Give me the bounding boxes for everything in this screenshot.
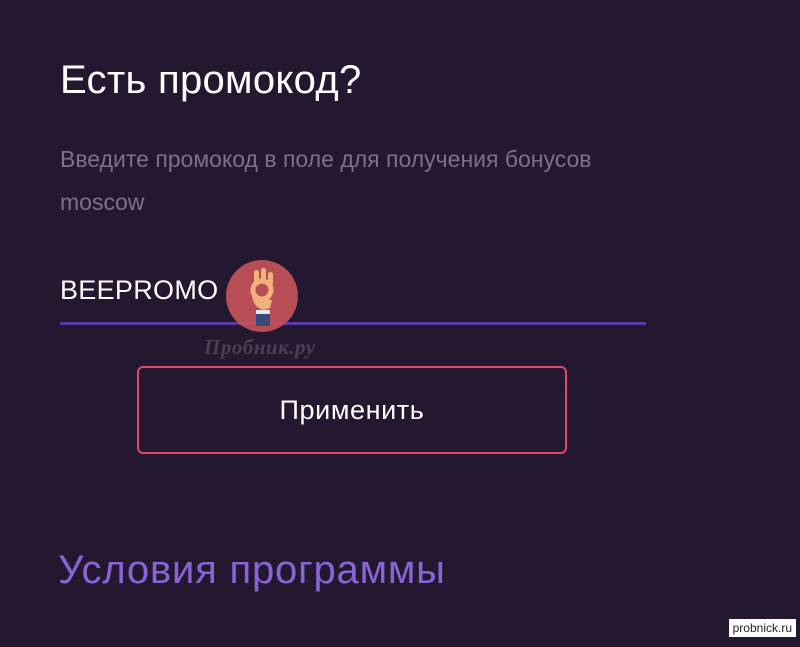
promo-screen: Есть промокод? Введите промокод в поле д… [0, 0, 800, 647]
watermark-ok-hand-icon [226, 260, 298, 332]
source-tag: probnick.ru [728, 619, 796, 637]
apply-button[interactable]: Применить [137, 366, 567, 454]
page-title: Есть промокод? [60, 58, 362, 102]
watermark-text: Пробник.ру [204, 335, 316, 359]
promo-description: Введите промокод в поле для получения бо… [60, 146, 592, 215]
promo-input-underline [60, 322, 646, 325]
program-terms-link[interactable]: Условия программы [58, 544, 446, 596]
promo-code-field [60, 256, 646, 326]
promo-code-input[interactable] [60, 266, 646, 314]
